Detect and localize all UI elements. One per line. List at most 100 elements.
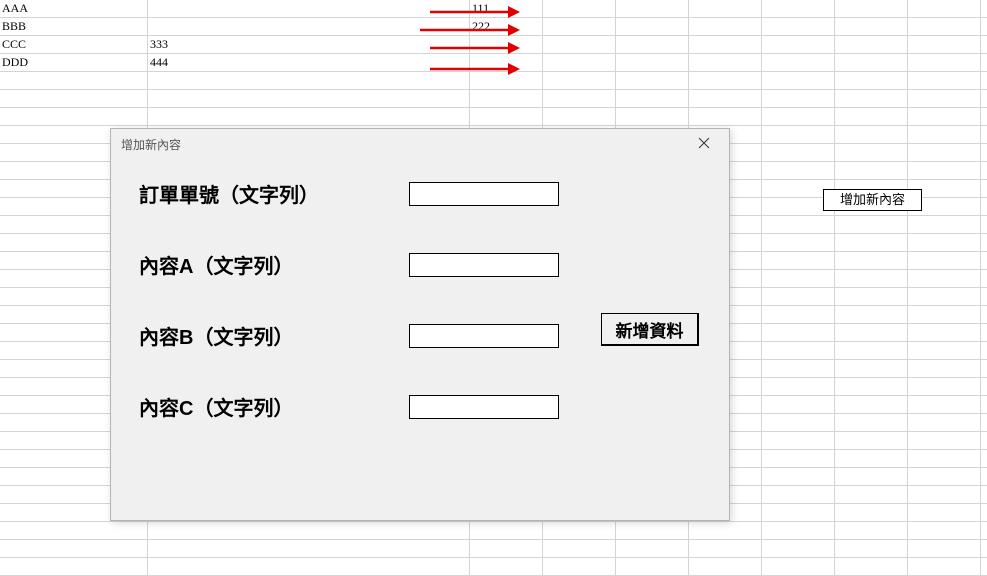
content-a-input[interactable] xyxy=(409,253,559,277)
cell[interactable] xyxy=(762,522,835,539)
cell[interactable] xyxy=(835,216,908,233)
cell[interactable] xyxy=(835,504,908,521)
cell[interactable] xyxy=(762,342,835,359)
cell[interactable] xyxy=(689,54,762,71)
cell[interactable] xyxy=(762,162,835,179)
cell-a1[interactable]: AAA xyxy=(0,0,148,17)
cell[interactable] xyxy=(908,522,981,539)
cell[interactable] xyxy=(762,414,835,431)
cell[interactable] xyxy=(616,54,689,71)
cell[interactable] xyxy=(543,0,616,17)
cell[interactable] xyxy=(908,378,981,395)
cell[interactable] xyxy=(0,90,148,107)
cell[interactable] xyxy=(616,0,689,17)
cell[interactable] xyxy=(0,108,148,125)
cell[interactable] xyxy=(689,0,762,17)
cell[interactable] xyxy=(835,234,908,251)
cell[interactable] xyxy=(470,90,543,107)
cell[interactable] xyxy=(835,90,908,107)
cell[interactable] xyxy=(616,558,689,575)
cell[interactable] xyxy=(543,54,616,71)
cell[interactable] xyxy=(835,144,908,161)
cell[interactable] xyxy=(908,144,981,161)
cell[interactable] xyxy=(908,396,981,413)
cell[interactable] xyxy=(908,216,981,233)
cell[interactable] xyxy=(835,378,908,395)
cell[interactable] xyxy=(835,36,908,53)
cell[interactable] xyxy=(470,540,543,557)
cell[interactable] xyxy=(908,234,981,251)
content-c-input[interactable] xyxy=(409,395,559,419)
cell[interactable] xyxy=(762,432,835,449)
cell[interactable] xyxy=(470,558,543,575)
cell[interactable] xyxy=(835,414,908,431)
cell[interactable] xyxy=(148,558,470,575)
cell[interactable] xyxy=(616,108,689,125)
cell[interactable] xyxy=(762,72,835,89)
cell[interactable] xyxy=(908,432,981,449)
cell[interactable] xyxy=(543,522,616,539)
cell[interactable] xyxy=(0,72,148,89)
cell[interactable] xyxy=(908,54,981,71)
cell[interactable] xyxy=(762,144,835,161)
cell[interactable] xyxy=(835,468,908,485)
cell[interactable] xyxy=(908,0,981,17)
cell[interactable] xyxy=(835,18,908,35)
cell[interactable] xyxy=(762,450,835,467)
dialog-titlebar[interactable]: 增加新內容 xyxy=(111,129,729,159)
cell-b1[interactable] xyxy=(148,0,470,17)
submit-button[interactable]: 新增資料 xyxy=(601,313,699,346)
cell[interactable] xyxy=(762,270,835,287)
cell[interactable] xyxy=(470,522,543,539)
cell[interactable] xyxy=(835,342,908,359)
cell[interactable] xyxy=(835,324,908,341)
cell[interactable] xyxy=(908,18,981,35)
cell-c2[interactable]: 222 xyxy=(470,18,543,35)
cell-a3[interactable]: CCC xyxy=(0,36,148,53)
cell[interactable] xyxy=(543,540,616,557)
cell[interactable] xyxy=(543,108,616,125)
cell[interactable] xyxy=(835,72,908,89)
cell[interactable] xyxy=(908,342,981,359)
cell[interactable] xyxy=(762,252,835,269)
cell[interactable] xyxy=(0,522,148,539)
cell[interactable] xyxy=(835,54,908,71)
cell[interactable] xyxy=(908,270,981,287)
cell[interactable] xyxy=(835,486,908,503)
cell[interactable] xyxy=(908,162,981,179)
cell[interactable] xyxy=(148,72,470,89)
cell-c1[interactable]: 111 xyxy=(470,0,543,17)
cell[interactable] xyxy=(908,450,981,467)
cell[interactable] xyxy=(762,126,835,143)
cell[interactable] xyxy=(835,450,908,467)
cell[interactable] xyxy=(616,522,689,539)
cell[interactable] xyxy=(908,360,981,377)
cell[interactable] xyxy=(908,414,981,431)
cell[interactable] xyxy=(762,468,835,485)
cell[interactable] xyxy=(543,72,616,89)
cell[interactable] xyxy=(762,0,835,17)
cell[interactable] xyxy=(689,18,762,35)
cell[interactable] xyxy=(908,72,981,89)
cell[interactable] xyxy=(616,540,689,557)
cell[interactable] xyxy=(835,0,908,17)
cell[interactable] xyxy=(908,324,981,341)
cell[interactable] xyxy=(908,540,981,557)
cell[interactable] xyxy=(616,72,689,89)
cell-b2[interactable] xyxy=(148,18,470,35)
cell[interactable] xyxy=(835,558,908,575)
cell[interactable] xyxy=(908,252,981,269)
cell[interactable] xyxy=(762,558,835,575)
cell[interactable] xyxy=(543,36,616,53)
cell-a2[interactable]: BBB xyxy=(0,18,148,35)
cell[interactable] xyxy=(762,216,835,233)
cell[interactable] xyxy=(148,540,470,557)
cell[interactable] xyxy=(148,90,470,107)
cell[interactable] xyxy=(543,90,616,107)
cell[interactable] xyxy=(835,162,908,179)
cell[interactable] xyxy=(616,36,689,53)
cell[interactable] xyxy=(835,126,908,143)
cell[interactable] xyxy=(762,234,835,251)
cell[interactable] xyxy=(762,540,835,557)
cell[interactable] xyxy=(908,306,981,323)
